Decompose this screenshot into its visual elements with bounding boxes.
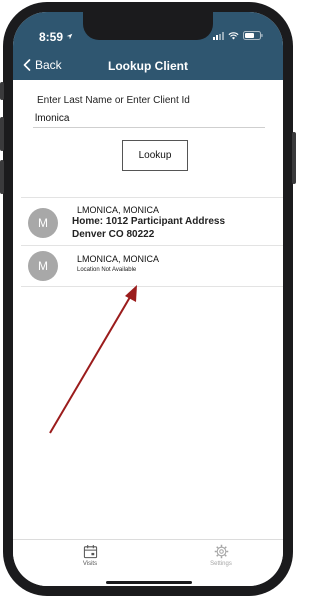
phone-volume-up: [0, 117, 4, 151]
phone-frame: 8:59 Back Lookup Client Enter Last Name …: [0, 2, 296, 596]
signal-icon: [213, 31, 224, 40]
search-input[interactable]: [33, 110, 265, 128]
client-result-row[interactable]: M LMONICA, MONICA Location Not Available: [13, 246, 283, 286]
phone-side-button: [0, 82, 4, 100]
phone-volume-down: [0, 160, 4, 194]
tab-bar: Visits Settings: [13, 539, 283, 586]
client-address-line1: Home: 1012 Participant Address: [72, 216, 226, 227]
app-screen: 8:59 Back Lookup Client Enter Last Name …: [13, 12, 283, 586]
client-name: LMONICA, MONICA: [77, 254, 160, 264]
phone-power-button: [292, 132, 296, 184]
battery-icon: [243, 31, 263, 40]
lookup-button[interactable]: Lookup: [122, 140, 188, 171]
status-bar: 8:59: [13, 12, 283, 52]
notch: [83, 12, 213, 40]
calendar-icon: [83, 544, 97, 559]
avatar: M: [28, 251, 58, 281]
location-arrow-icon: [66, 33, 73, 40]
wifi-icon: [228, 31, 239, 40]
client-location: Location Not Available: [77, 267, 137, 273]
client-result-row[interactable]: M LMONICA, MONICA Home: 1012 Participant…: [13, 198, 283, 245]
home-indicator: [106, 581, 192, 584]
gear-icon: [214, 544, 228, 559]
client-address-line2: Denver CO 80222: [72, 229, 155, 240]
status-time: 8:59: [39, 30, 64, 44]
tab-visits[interactable]: Visits: [55, 544, 125, 567]
tab-settings-label: Settings: [210, 561, 232, 567]
tab-settings[interactable]: Settings: [186, 544, 256, 567]
client-name: LMONICA, MONICA: [77, 205, 160, 215]
search-label: Enter Last Name or Enter Client Id: [37, 95, 190, 106]
page-title: Lookup Client: [108, 59, 188, 73]
navigation-bar: Back Lookup Client: [13, 52, 283, 80]
tab-visits-label: Visits: [82, 561, 98, 567]
status-icons: [213, 31, 263, 40]
avatar: M: [28, 208, 58, 238]
divider: [21, 286, 283, 287]
